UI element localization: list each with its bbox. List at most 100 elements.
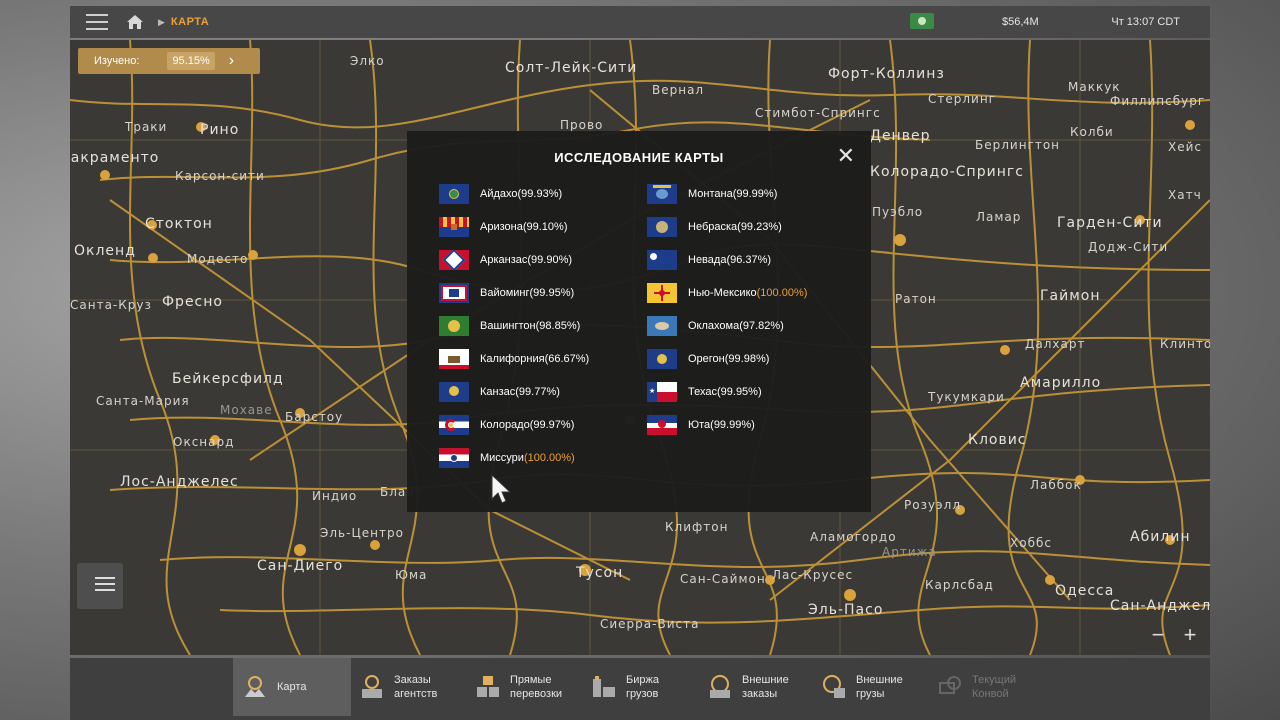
state-percent: (66.67%) <box>544 353 590 365</box>
tab-label: Внешние заказы <box>742 674 789 700</box>
map-city: Гаймон <box>1040 288 1101 304</box>
map-city: Клифтон <box>665 520 729 534</box>
zoom-out-icon[interactable]: − <box>1146 624 1170 648</box>
map-city: Окснард <box>173 435 235 449</box>
tab-current-convoy: Текущий Конвой <box>938 658 1046 716</box>
tab-cargo-market[interactable]: Биржа грузов <box>592 658 700 716</box>
chevron-right-icon: ▶ <box>158 16 165 27</box>
state-percent: (96.37%) <box>726 254 772 266</box>
idaho-flag-icon <box>439 184 469 204</box>
state-name: Вашингтон <box>480 320 536 332</box>
menu-icon[interactable] <box>86 14 108 30</box>
map-city: Солт-Лейк-Сити <box>505 60 638 76</box>
oklahoma-flag-icon <box>647 316 677 336</box>
map-city: Санта-Мария <box>96 394 190 408</box>
map-city: Гарден-Сити <box>1057 215 1163 231</box>
tab-agency-orders[interactable]: Заказы агентств <box>360 658 468 716</box>
tab-map[interactable]: Карта <box>233 658 351 716</box>
map-icon <box>245 676 265 697</box>
map-city: Пуэбло <box>872 205 924 219</box>
state-row-california: Калифорния (66.67%) <box>439 349 589 369</box>
home-icon[interactable] <box>126 14 144 30</box>
state-row-nevada: Невада (96.37%) <box>647 250 771 270</box>
texas-flag-icon: ★ <box>647 382 677 402</box>
map-city: Элко <box>350 54 385 68</box>
map-city: Фресно <box>162 294 223 310</box>
colorado-flag-icon <box>439 415 469 435</box>
map-city: Розуэлл <box>904 498 961 512</box>
state-name: Айдахо <box>480 188 518 200</box>
map-city: Мохаве <box>220 403 273 417</box>
state-name: Миссури <box>480 452 524 464</box>
state-percent: (99.77%) <box>515 386 560 398</box>
map-city: Эль-Пасо <box>808 602 884 618</box>
state-percent: (98.85%) <box>535 320 581 332</box>
state-percent: (99.99%) <box>732 188 778 200</box>
map-city: Берлингтон <box>975 138 1061 152</box>
state-row-missouri: Миссури (100.00%) <box>439 448 575 468</box>
state-row-newmexico: Нью-Мексико (100.00%) <box>647 283 807 303</box>
state-name: Нью-Мексико <box>688 287 757 299</box>
map-city: Окленд <box>74 243 136 259</box>
map-city: Артижа <box>882 545 937 559</box>
map-city: Сан-Диего <box>257 558 344 574</box>
explored-value: 95.15% <box>167 52 215 70</box>
map-city: Амарилло <box>1020 375 1102 391</box>
map-city: Колби <box>1070 125 1114 139</box>
state-name: Канзас <box>480 386 516 398</box>
state-percent: (97.82%) <box>739 320 784 332</box>
explored-label: Изучено: <box>94 55 140 67</box>
close-icon[interactable]: ✕ <box>837 145 855 167</box>
state-percent: (99.99%) <box>710 419 755 431</box>
wyoming-flag-icon <box>439 283 469 303</box>
mouse-cursor-icon <box>491 474 512 504</box>
map-legend-button[interactable] <box>77 563 123 609</box>
state-row-colorado: Колорадо (99.97%) <box>439 415 574 435</box>
tab-direct-transport[interactable]: Прямые перевозки <box>476 658 584 716</box>
map-city: Карлсбад <box>925 578 994 592</box>
state-percent: (100.00%) <box>756 287 808 299</box>
kansas-flag-icon <box>439 382 469 402</box>
breadcrumb-current: КАРТА <box>170 16 210 28</box>
state-row-arizona: Аризона (99.10%) <box>439 217 567 237</box>
map-city: Стимбот-Спрингс <box>755 106 881 120</box>
map-city: Форт-Коллинз <box>828 66 945 82</box>
tab-label: Биржа грузов <box>626 674 659 700</box>
company-flag-icon[interactable] <box>910 13 934 29</box>
map-city: Санта-Круз <box>70 298 152 312</box>
map-city: Лаббок <box>1030 478 1082 492</box>
state-row-oklahoma: Оклахома (97.82%) <box>647 316 784 336</box>
state-percent: (99.90%) <box>527 254 573 266</box>
map-city: Рино <box>200 122 240 138</box>
nevada-flag-icon <box>647 250 677 270</box>
state-row-utah: Юта (99.99%) <box>647 415 755 435</box>
map-city: Тусон <box>576 565 624 581</box>
map-city: Индио <box>312 489 358 503</box>
explored-panel[interactable]: Изучено: 95.15% › <box>78 48 260 74</box>
missouri-flag-icon <box>439 448 469 468</box>
state-percent: (99.10%) <box>522 221 568 233</box>
state-name: Небраска <box>688 221 738 233</box>
crates-icon <box>477 676 499 697</box>
montana-flag-icon <box>647 184 677 204</box>
map-city: Эль-Центро <box>320 526 404 540</box>
tab-external-cargo[interactable]: Внешние грузы <box>822 658 930 716</box>
money-balance: $56,4M <box>1002 16 1039 28</box>
map-city: Ламар <box>976 210 1022 224</box>
tab-external-orders[interactable]: Внешние заказы <box>708 658 816 716</box>
state-row-idaho: Айдахо (99.93%) <box>439 184 562 204</box>
tab-label: Заказы агентств <box>394 674 438 700</box>
state-row-washington: Вашингтон (98.85%) <box>439 316 580 336</box>
tab-label: Карта <box>277 681 307 693</box>
state-name: Орегон <box>688 353 725 365</box>
state-percent: (99.95%) <box>716 386 762 398</box>
globe-crate-icon <box>710 675 730 698</box>
state-percent: (99.98%) <box>724 353 770 365</box>
map-city: Карсон-сити <box>175 169 265 183</box>
zoom-in-icon[interactable]: + <box>1178 624 1202 648</box>
map-city: Хейс <box>1168 140 1202 154</box>
map-city: Сакраменто <box>70 150 160 166</box>
chevron-right-icon[interactable]: › <box>229 52 234 70</box>
convoy-icon <box>939 676 961 694</box>
map-city: Стерлинг <box>928 92 996 106</box>
